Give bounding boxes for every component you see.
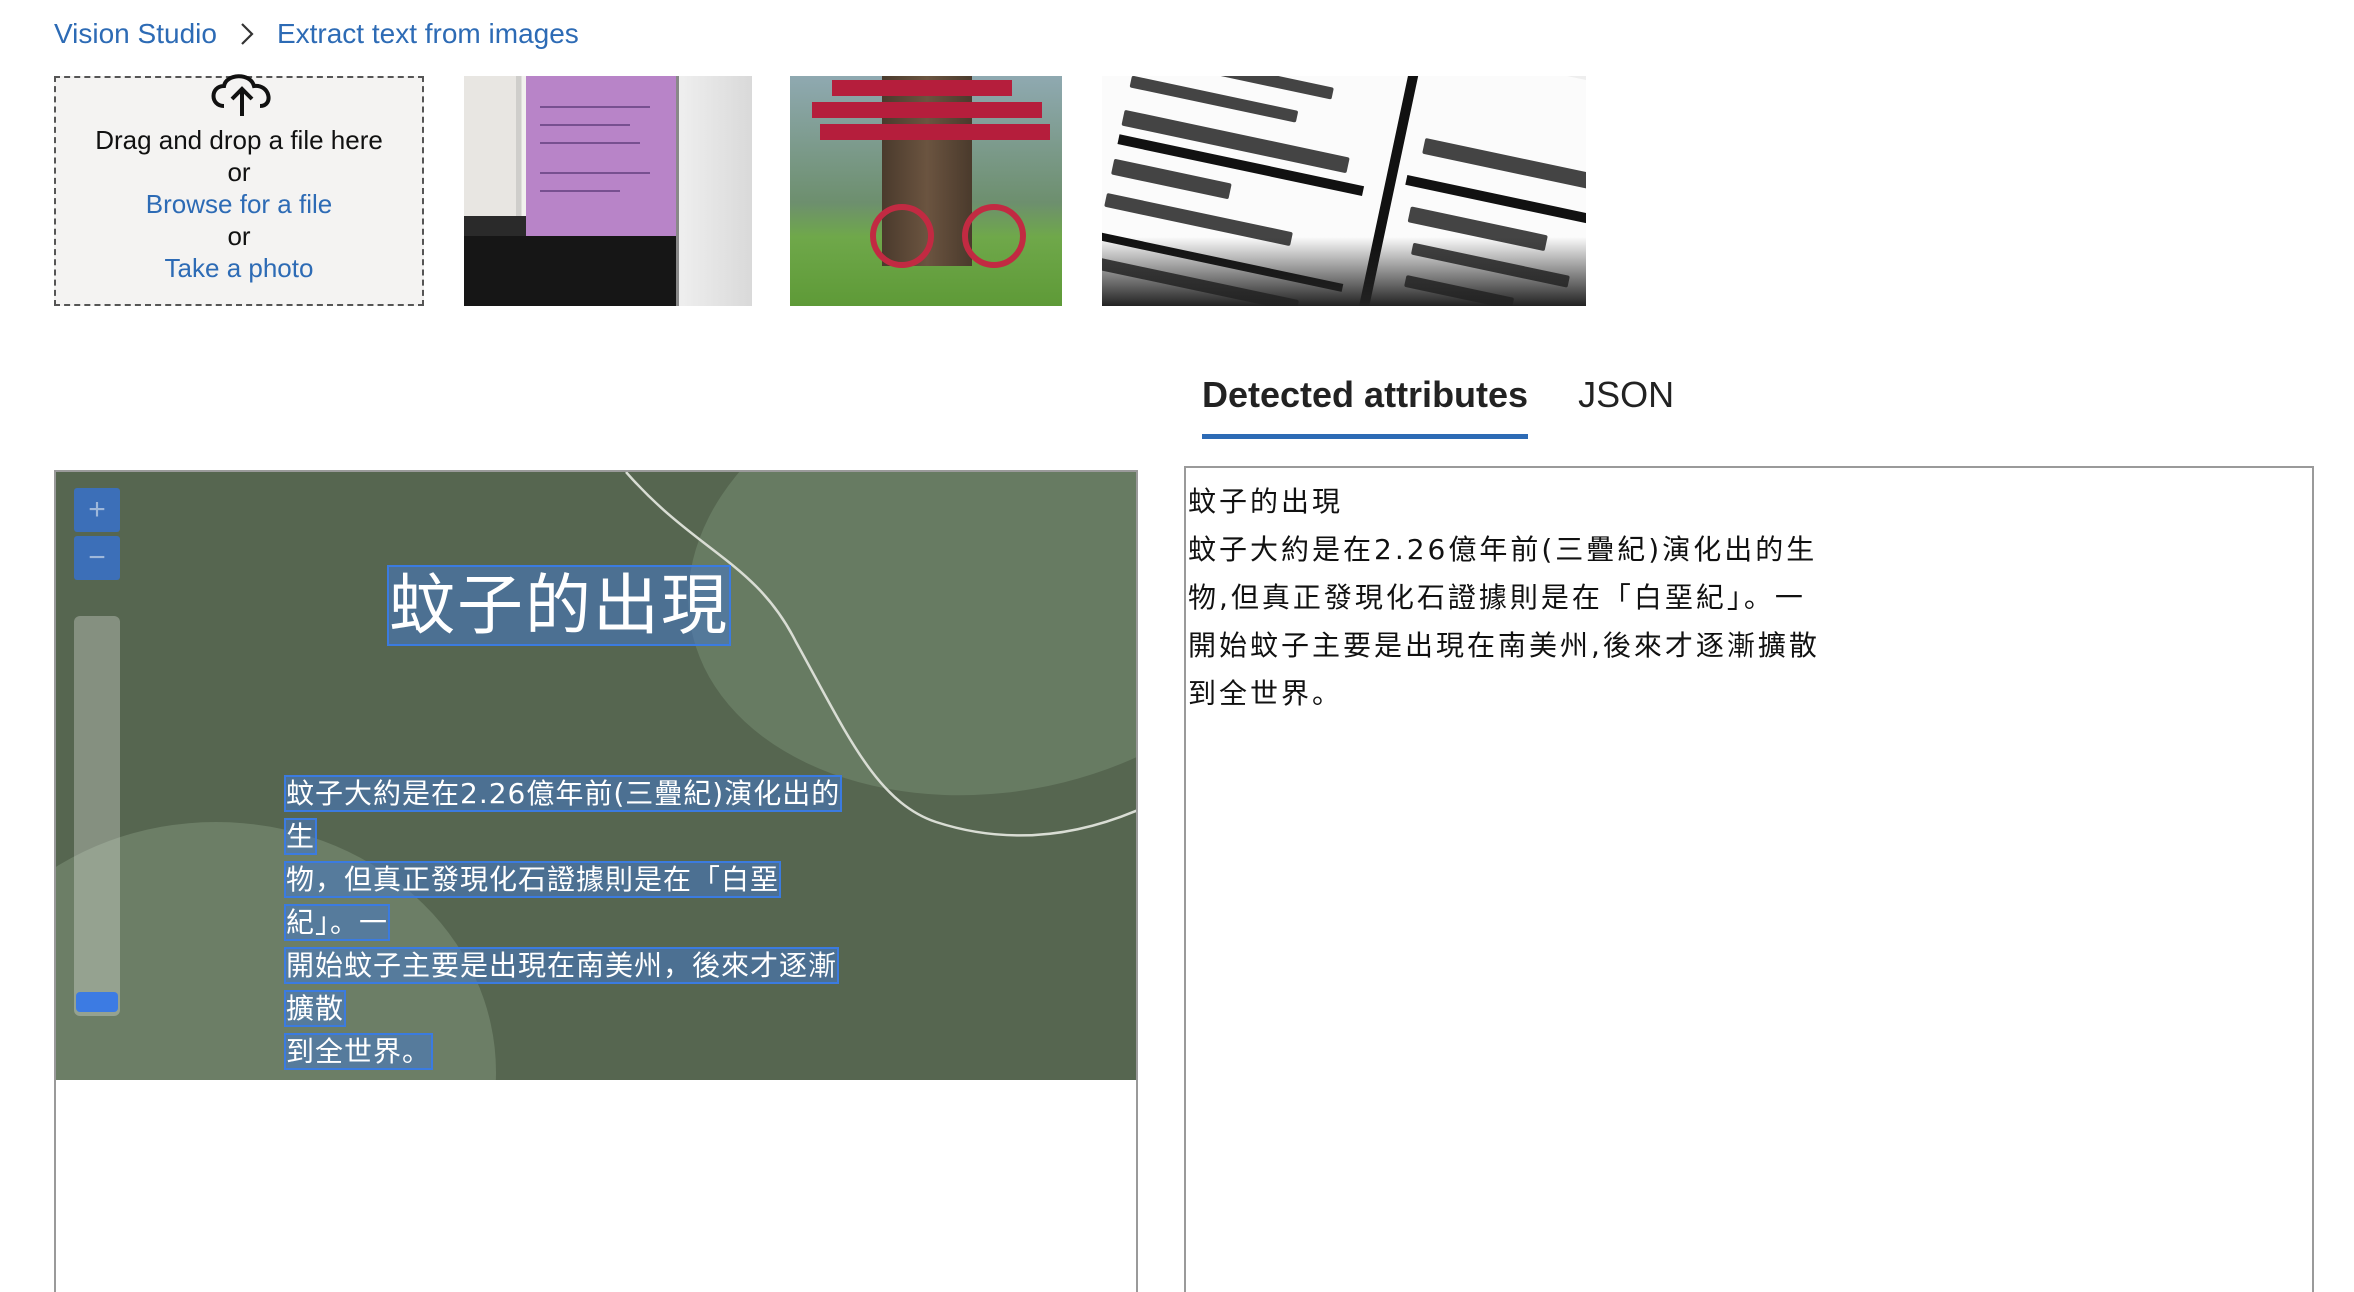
sample-image-sticky-note[interactable] <box>464 76 752 306</box>
result-line: 開始蚊子主要是出現在南美州,後來才逐漸擴散 <box>1188 629 1820 662</box>
sample-image-nutrition-label[interactable] <box>1102 76 1586 306</box>
zoom-controls: + − <box>74 488 120 584</box>
cloud-upload-icon <box>211 74 271 116</box>
result-tabs: Detected attributes JSON <box>1202 374 1674 439</box>
or-text: or <box>227 157 251 187</box>
ocr-line-box: 物，但真正發現化石證據則是在「白堊紀」。一 <box>283 861 782 941</box>
ocr-body-text: 蚊子大約是在2.26億年前(三疊紀)演化出的生 物，但真正發現化石證據則是在「白… <box>283 772 846 1073</box>
image-viewer: 蚊子的出現 蚊子大約是在2.26億年前(三疊紀)演化出的生 物，但真正發現化石證… <box>54 470 1138 1292</box>
chevron-right-icon <box>241 23 254 45</box>
tab-json[interactable]: JSON <box>1578 374 1674 439</box>
ocr-line-box: 開始蚊子主要是出現在南美州，後來才逐漸擴散 <box>283 947 840 1027</box>
zoom-out-button[interactable]: − <box>74 536 120 580</box>
ocr-line-box: 蚊子大約是在2.26億年前(三疊紀)演化出的生 <box>283 775 843 855</box>
tab-detected-attributes[interactable]: Detected attributes <box>1202 374 1529 439</box>
extracted-text-panel[interactable]: 蚊子的出現 蚊子大約是在2.26億年前(三疊紀)演化出的生 物,但真正發現化石證… <box>1184 466 2314 1292</box>
analyzed-image[interactable]: 蚊子的出現 蚊子大約是在2.26億年前(三疊紀)演化出的生 物，但真正發現化石證… <box>56 472 1136 1080</box>
zoom-slider-handle[interactable] <box>76 992 118 1012</box>
zoom-in-button[interactable]: + <box>74 488 120 532</box>
ocr-word-box: 蚊子的出現 <box>387 565 731 646</box>
sample-image-bicycle[interactable] <box>790 76 1062 306</box>
result-line: 蚊子的出現 <box>1188 485 1344 518</box>
browse-file-link[interactable]: Browse for a file <box>56 188 422 220</box>
or-text: or <box>227 221 251 251</box>
result-line: 到全世界。 <box>1188 677 1344 710</box>
drag-drop-text: Drag and drop a file here <box>95 125 383 155</box>
take-photo-link[interactable]: Take a photo <box>56 252 422 284</box>
zoom-slider[interactable] <box>74 616 120 1016</box>
result-line: 物,但真正發現化石證據則是在「白堊紀」。一 <box>1188 581 1806 614</box>
breadcrumb-extract-text[interactable]: Extract text from images <box>277 18 579 50</box>
ocr-title-text: 蚊子的出現 <box>387 552 731 648</box>
result-line: 蚊子大約是在2.26億年前(三疊紀)演化出的生 <box>1188 533 1818 566</box>
file-drop-zone[interactable]: Drag and drop a file here or Browse for … <box>54 74 424 306</box>
ocr-line-box: 到全世界。 <box>283 1033 434 1070</box>
breadcrumb-vision-studio[interactable]: Vision Studio <box>54 18 217 50</box>
breadcrumb: Vision Studio Extract text from images <box>54 18 579 50</box>
